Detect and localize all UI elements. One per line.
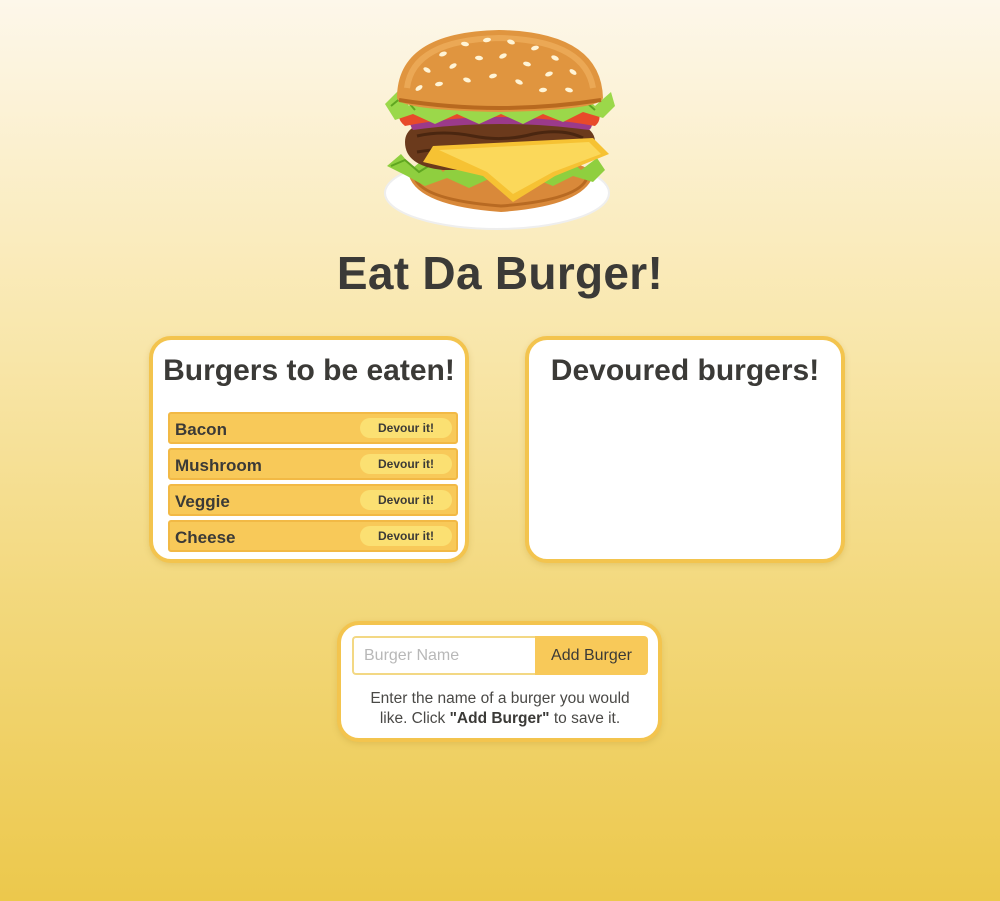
burger-item-bacon: Bacon Devour it! bbox=[168, 412, 458, 444]
devour-button-veggie[interactable]: Devour it! bbox=[360, 490, 452, 510]
add-burger-button[interactable]: Add Burger bbox=[535, 636, 648, 675]
burgers-to-eat-title: Burgers to be eaten! bbox=[163, 354, 455, 387]
devoured-burgers-title: Devoured burgers! bbox=[550, 354, 820, 387]
add-burger-form: Add Burger Enter the name of a burger yo… bbox=[337, 621, 662, 742]
devour-button-mushroom[interactable]: Devour it! bbox=[360, 454, 452, 474]
burgers-to-eat-list: Bacon Devour it! Mushroom Devour it! Veg… bbox=[168, 412, 458, 556]
devour-button-cheese[interactable]: Devour it! bbox=[360, 526, 452, 546]
devoured-burgers-panel: Devoured burgers! bbox=[525, 336, 845, 563]
burger-name: Cheese bbox=[175, 528, 236, 547]
help-text-bold: "Add Burger" bbox=[449, 710, 550, 727]
burger-name: Mushroom bbox=[175, 456, 262, 475]
burger-item-cheese: Cheese Devour it! bbox=[168, 520, 458, 552]
help-text: Enter the name of a burger you would lik… bbox=[355, 689, 645, 729]
help-text-end: to save it. bbox=[549, 710, 621, 727]
page-title: Eat Da Burger! bbox=[336, 247, 664, 299]
burger-item-veggie: Veggie Devour it! bbox=[168, 484, 458, 516]
burger-name: Bacon bbox=[175, 420, 227, 439]
devour-button-bacon[interactable]: Devour it! bbox=[360, 418, 452, 438]
burger-name-input[interactable] bbox=[352, 636, 535, 675]
burger-item-mushroom: Mushroom Devour it! bbox=[168, 448, 458, 480]
burger-name: Veggie bbox=[175, 492, 230, 511]
burger-logo-icon bbox=[384, 30, 615, 230]
burgers-to-eat-panel: Burgers to be eaten! Bacon Devour it! Mu… bbox=[149, 336, 469, 563]
